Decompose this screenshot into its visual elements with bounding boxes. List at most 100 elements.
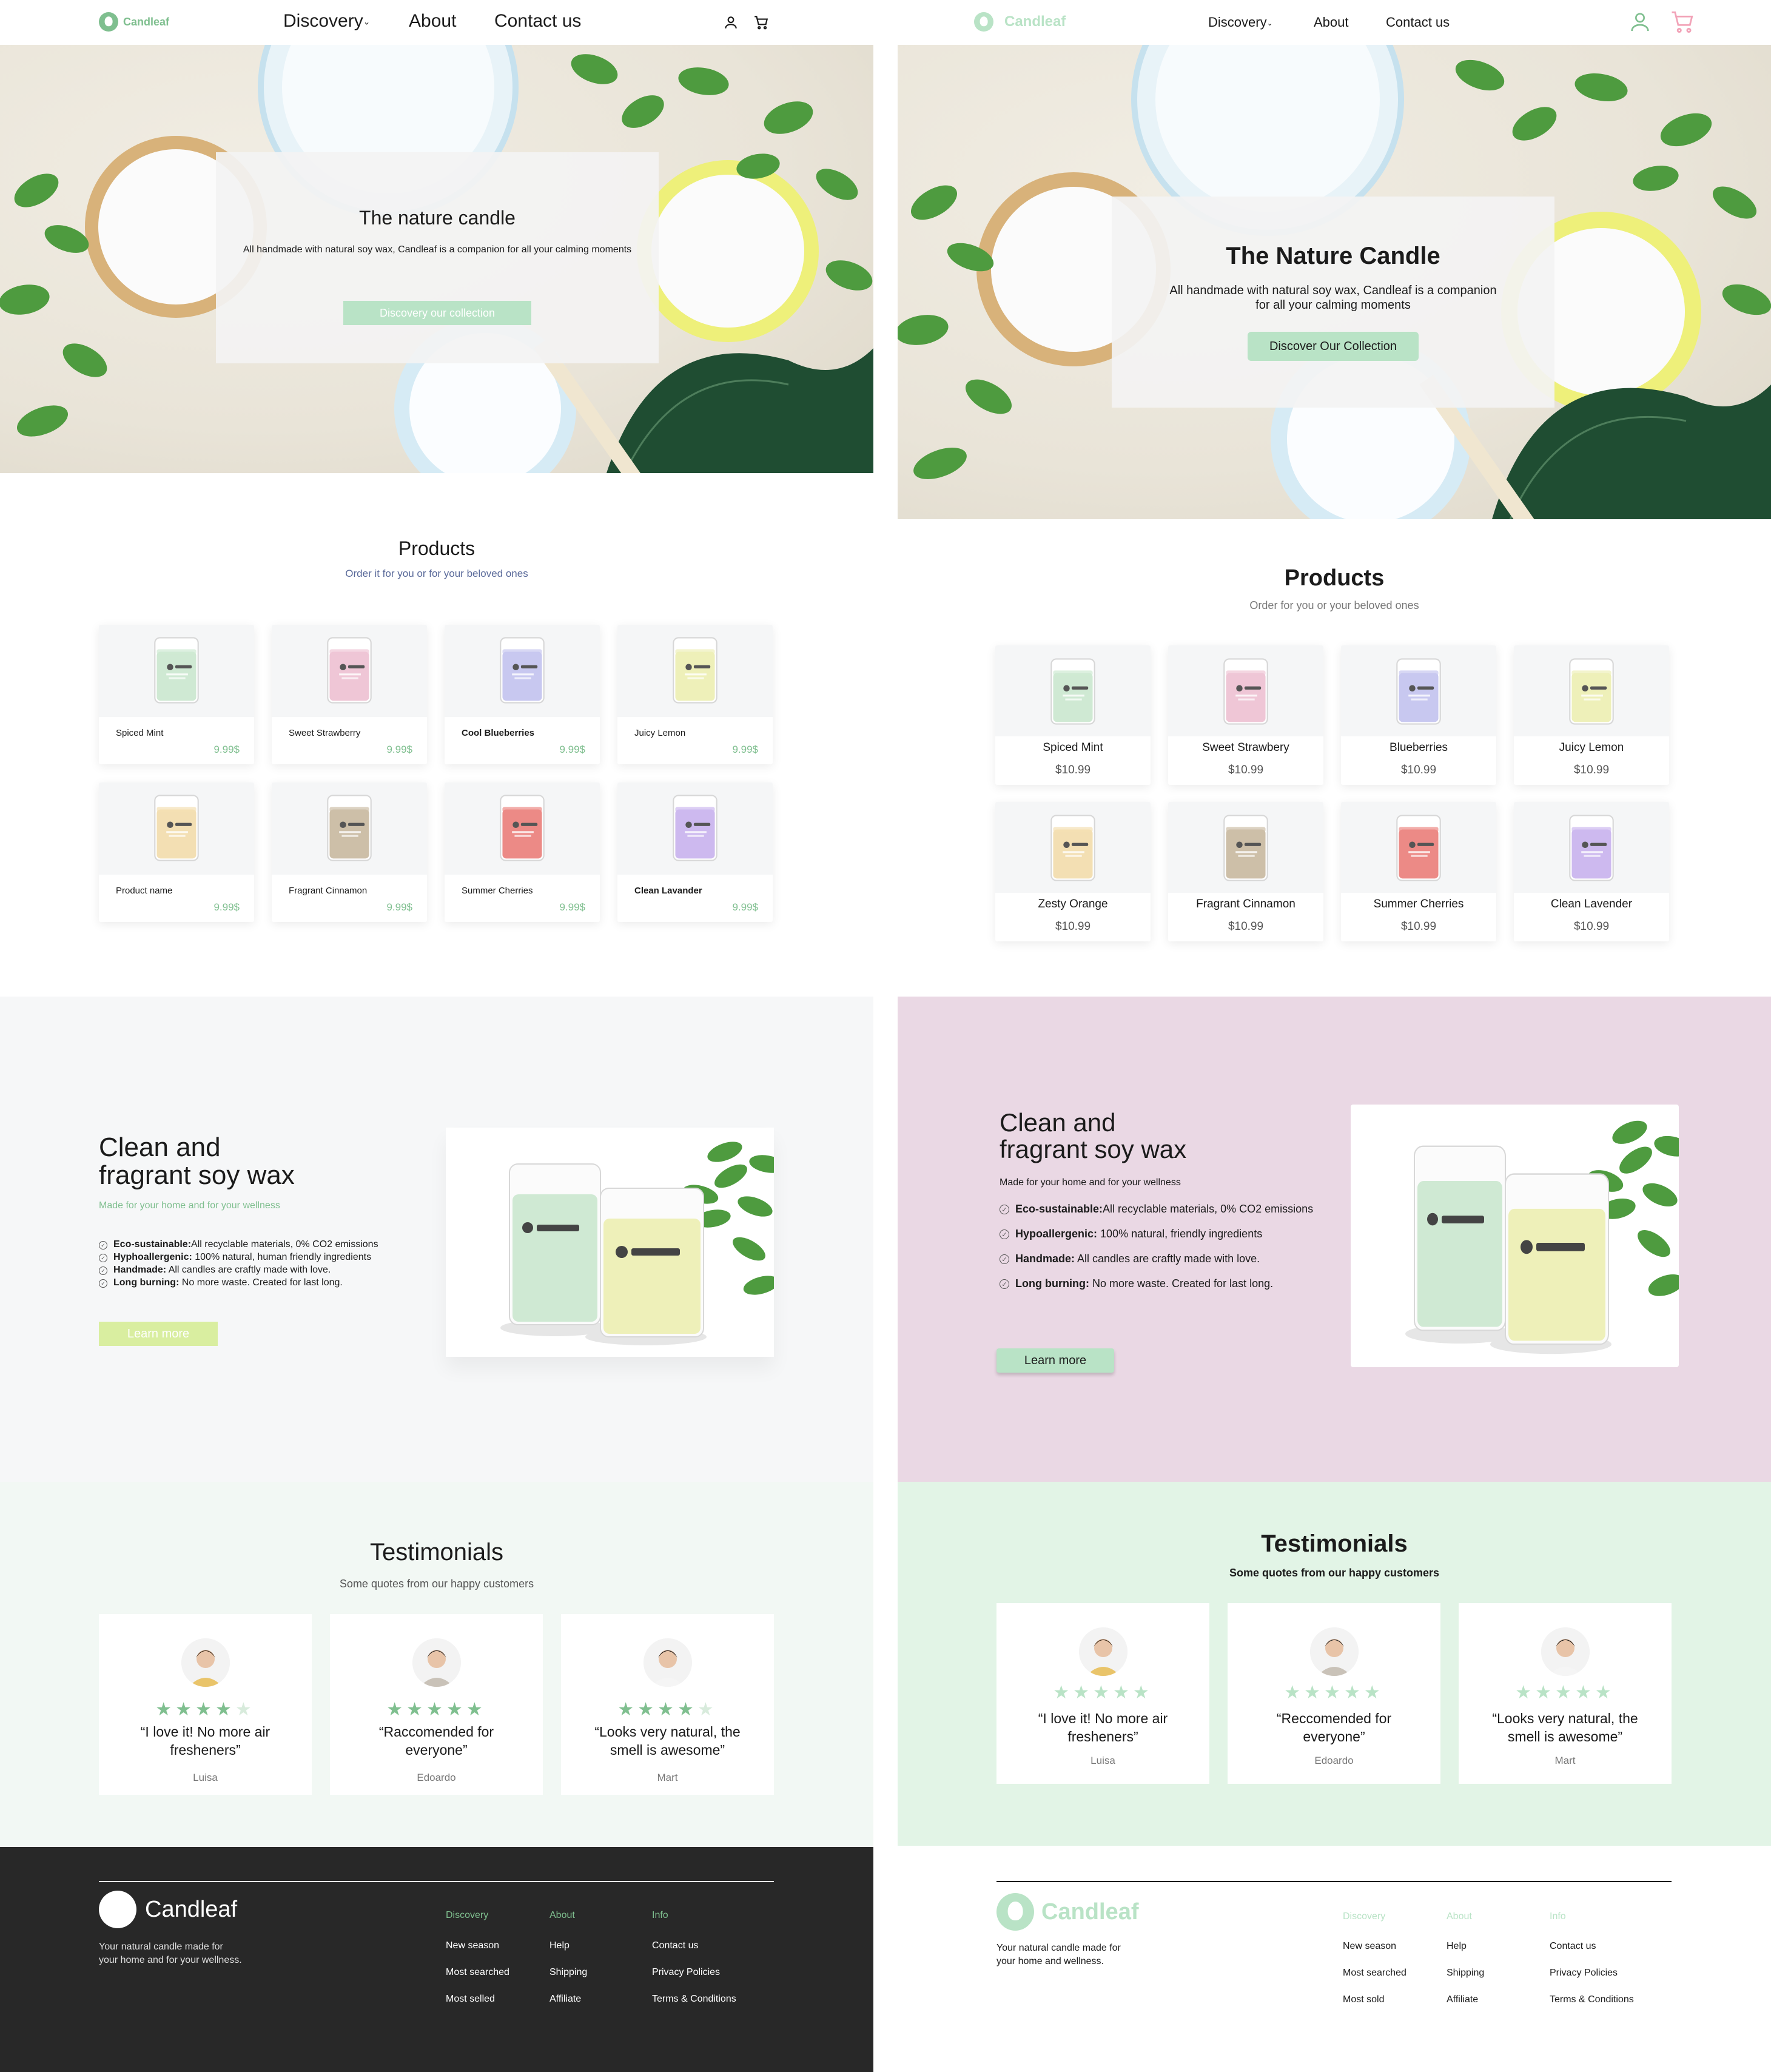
- footer-link[interactable]: Help: [1447, 1941, 1467, 1952]
- product-card[interactable]: Summer Cherries 9.99$: [445, 782, 600, 922]
- product-image: [1168, 802, 1323, 893]
- footer-column-title: Discovery: [446, 1910, 489, 1920]
- product-price: $10.99: [1573, 764, 1610, 776]
- footer-logo[interactable]: Candleaf: [99, 1891, 237, 1928]
- testimonial-author: Mart: [657, 1772, 678, 1783]
- nav-about[interactable]: About: [1314, 15, 1349, 30]
- feature-title: Clean and fragrant soy wax: [99, 1132, 295, 1191]
- rating-stars: ★★★★★: [99, 1699, 312, 1720]
- product-card[interactable]: Juicy Lemon $10.99: [1514, 645, 1669, 785]
- footer-link[interactable]: Most selled: [446, 1994, 495, 2005]
- logo[interactable]: Candleaf: [974, 12, 1066, 32]
- feature-subtitle: Made for your home and for your wellness: [1000, 1177, 1181, 1188]
- footer-link[interactable]: Privacy Policies: [652, 1967, 720, 1978]
- learn-more-button[interactable]: Learn more: [996, 1348, 1114, 1373]
- leaf-logo-icon: [99, 12, 118, 32]
- star-icon: ★: [677, 1700, 697, 1720]
- check-circle-icon: ✓: [1000, 1254, 1009, 1264]
- product-name: Clean Lavender: [1550, 898, 1633, 910]
- star-icon: ★: [175, 1700, 196, 1720]
- logo[interactable]: Candleaf: [99, 12, 169, 32]
- footer-link[interactable]: Shipping: [549, 1967, 587, 1978]
- footer-link[interactable]: Shipping: [1447, 1968, 1484, 1979]
- feature-label: Long burning:: [113, 1277, 180, 1288]
- product-card[interactable]: Clean Lavander 9.99$: [617, 782, 773, 922]
- testimonial-quote: “Raccomended for everyone”: [378, 1724, 494, 1758]
- product-card[interactable]: Summer Cherries $10.99: [1341, 802, 1496, 941]
- check-circle-icon: ✓: [1000, 1205, 1009, 1214]
- product-image: [1341, 802, 1496, 893]
- product-card[interactable]: Product name 9.99$: [99, 782, 254, 922]
- footer-link[interactable]: Affiliate: [1447, 1994, 1478, 2005]
- hero-text: All handmade with natural soy wax, Candl…: [1169, 284, 1497, 312]
- testimonials-title: Testimonials: [1261, 1530, 1408, 1557]
- footer-logo-text: Candleaf: [1041, 1899, 1139, 1925]
- nav-about[interactable]: About: [409, 11, 456, 32]
- footer-link[interactable]: Most searched: [1343, 1968, 1406, 1979]
- rating-stars: ★★★★★: [1228, 1682, 1440, 1703]
- nav-discovery[interactable]: Discovery⌄: [283, 11, 370, 32]
- product-card[interactable]: Sweet Strawberry 9.99$: [272, 625, 427, 764]
- testimonials-title: Testimonials: [369, 1539, 504, 1566]
- product-card[interactable]: Fragrant Cinnamon $10.99: [1168, 802, 1323, 941]
- products-title: Products: [398, 537, 476, 559]
- product-card[interactable]: Cool Blueberries 9.99$: [445, 625, 600, 764]
- nav-contact[interactable]: Contact us: [1386, 15, 1450, 30]
- product-name: Summer Cherries: [462, 886, 533, 896]
- user-icon[interactable]: [722, 13, 740, 32]
- leaf-logo-icon: [99, 1891, 136, 1928]
- product-card[interactable]: Zesty Orange $10.99: [995, 802, 1151, 941]
- discover-collection-button[interactable]: Discovery our collection: [343, 301, 531, 325]
- testimonial-quote: “Reccomended for everyone”: [1276, 1710, 1392, 1744]
- product-price: $10.99: [1055, 764, 1091, 776]
- footer-link[interactable]: New season: [446, 1940, 499, 1951]
- footer-link[interactable]: Affiliate: [549, 1994, 581, 2005]
- product-name: Zesty Orange: [1038, 898, 1108, 910]
- feature-description: No more waste. Created for last long.: [179, 1277, 343, 1288]
- star-icon: ★: [1304, 1683, 1325, 1703]
- candle-jar-image: [1566, 813, 1617, 886]
- footer-link[interactable]: Help: [549, 1940, 570, 1951]
- chevron-down-icon: ⌄: [1266, 19, 1273, 28]
- footer-link[interactable]: New season: [1343, 1941, 1396, 1952]
- candle-jar-image: [1047, 813, 1098, 886]
- cart-icon[interactable]: [752, 13, 770, 32]
- candle-jar-image: [1047, 656, 1098, 730]
- feature-item: ✓ Hypoallergenic: 100% natural, friendly …: [1000, 1228, 1327, 1240]
- cart-icon[interactable]: [1669, 8, 1696, 35]
- footer-link[interactable]: Most sold: [1343, 1994, 1384, 2005]
- candle-jar-image: [670, 792, 721, 867]
- product-card[interactable]: Blueberries $10.99: [1341, 645, 1496, 785]
- footer-logo[interactable]: Candleaf: [996, 1893, 1138, 1931]
- footer-link[interactable]: Privacy Policies: [1550, 1968, 1618, 1979]
- learn-more-button[interactable]: Learn more: [99, 1322, 218, 1346]
- footer-link[interactable]: Contact us: [652, 1940, 698, 1951]
- feature-product-image: [1351, 1105, 1679, 1367]
- product-image: [1514, 645, 1669, 736]
- user-icon[interactable]: [1627, 8, 1653, 35]
- product-price: $10.99: [1400, 764, 1437, 776]
- star-icon: ★: [1595, 1683, 1615, 1703]
- product-name: Cool Blueberries: [462, 728, 535, 738]
- candle-jar-image: [324, 634, 375, 709]
- product-image: [1514, 802, 1669, 893]
- product-card[interactable]: Spiced Mint $10.99: [995, 645, 1151, 785]
- nav-contact[interactable]: Contact us: [494, 11, 581, 32]
- product-card[interactable]: Spiced Mint 9.99$: [99, 625, 254, 764]
- product-card[interactable]: Juicy Lemon 9.99$: [617, 625, 773, 764]
- footer-link[interactable]: Terms & Conditions: [652, 1994, 736, 2005]
- footer-link[interactable]: Contact us: [1550, 1941, 1596, 1952]
- product-price: 9.99$: [213, 901, 240, 913]
- testimonials-subtitle: Some quotes from our happy customers: [1229, 1567, 1440, 1579]
- nav-discovery[interactable]: Discovery⌄: [1208, 15, 1273, 30]
- footer-link[interactable]: Most searched: [446, 1967, 509, 1978]
- product-name: Spiced Mint: [1043, 741, 1103, 754]
- hero-title: The Nature Candle: [1226, 243, 1440, 269]
- product-card[interactable]: Clean Lavender $10.99: [1514, 802, 1669, 941]
- feature-description: No more waste. Created for last long.: [1089, 1277, 1274, 1290]
- product-card[interactable]: Sweet Strawbery $10.99: [1168, 645, 1323, 785]
- star-icon: ★: [155, 1700, 176, 1720]
- footer-link[interactable]: Terms & Conditions: [1550, 1994, 1634, 2005]
- product-card[interactable]: Fragrant Cinnamon 9.99$: [272, 782, 427, 922]
- discover-collection-button[interactable]: Discover Our Collection: [1248, 332, 1419, 361]
